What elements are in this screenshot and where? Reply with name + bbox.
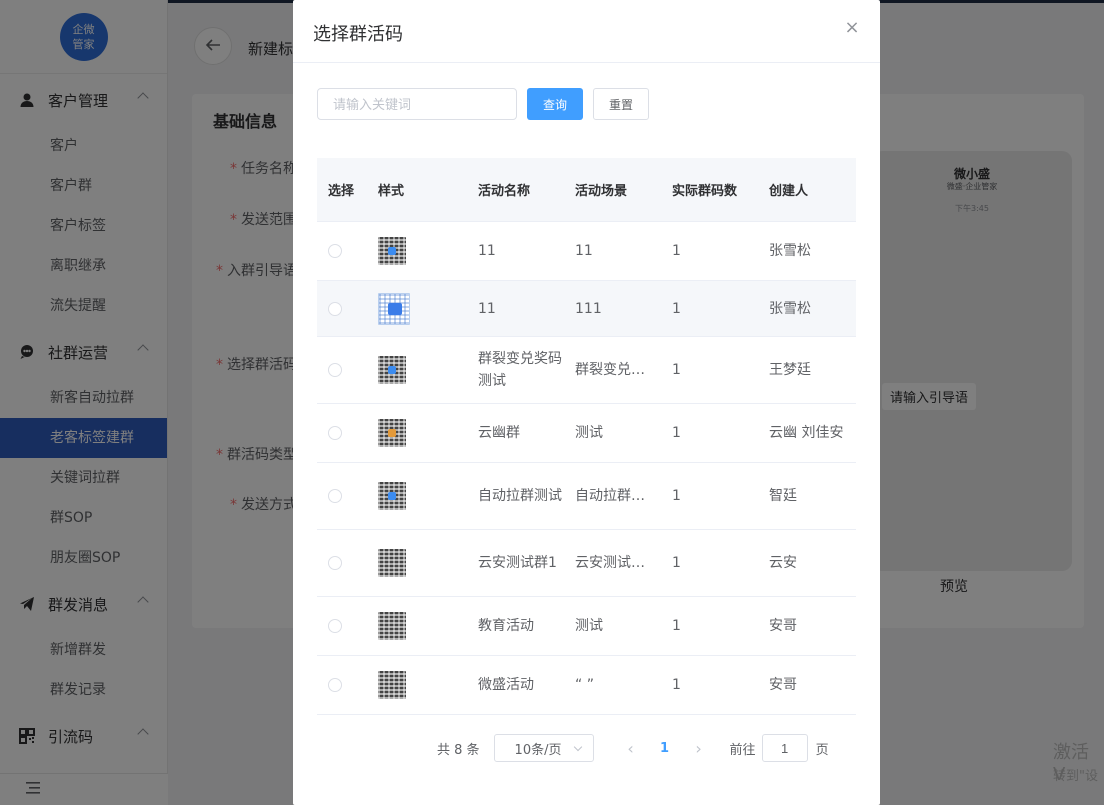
row-radio[interactable] [328, 619, 342, 633]
goto-page-input[interactable] [761, 734, 808, 762]
row-select-cell [317, 619, 367, 633]
column-header-style: 样式 [378, 184, 405, 199]
reset-button[interactable]: 重置 [593, 88, 649, 120]
row-activity-name: 教育活动 [478, 618, 534, 634]
column-header-activity-name: 活动名称 [478, 184, 531, 199]
row-activity-scene: 群裂变兑奖码测试 [575, 362, 661, 378]
qrcode-thumbnail [378, 419, 406, 447]
row-radio[interactable] [328, 556, 342, 570]
row-style-cell [367, 356, 467, 384]
table-row[interactable]: 自动拉群测试 自动拉群测试 1 智廷 [317, 463, 856, 530]
table-row[interactable]: 微盛活动 “ ” 1 安哥 [317, 656, 856, 715]
qrcode-thumbnail [378, 356, 406, 384]
row-activity-name: 云安测试群1 [478, 555, 557, 571]
row-select-cell [317, 556, 367, 570]
table-row[interactable]: 11 11 1 张雪松 [317, 222, 856, 281]
qrcode-thumbnail [378, 549, 406, 577]
row-creator: 安哥 [769, 618, 797, 634]
row-select-cell [317, 489, 367, 503]
row-activity-name: 11 [478, 243, 496, 259]
row-activity-name: 云幽群 [478, 425, 520, 441]
row-qrcode-count: 1 [672, 488, 681, 504]
row-radio[interactable] [328, 244, 342, 258]
row-activity-name: 群裂变兑奖码测试 [478, 351, 562, 389]
row-activity-scene: 测试 [575, 425, 603, 441]
row-activity-name: 微盛活动 [478, 677, 534, 693]
table-row[interactable]: 群裂变兑奖码测试 群裂变兑奖码测试 1 王梦廷 [317, 337, 856, 404]
table-row[interactable]: 云安测试群1 云安测试群1 1 云安 [317, 530, 856, 597]
table-row[interactable]: 11 111 1 张雪松 [317, 281, 856, 337]
row-qrcode-count: 1 [672, 425, 681, 441]
row-qrcode-count: 1 [672, 555, 681, 571]
column-header-select: 选择 [328, 184, 355, 199]
column-header-activity-scene: 活动场景 [575, 184, 628, 199]
row-style-cell [367, 612, 467, 640]
row-qrcode-count: 1 [672, 362, 681, 378]
row-activity-scene: 111 [575, 300, 602, 317]
qrcode-table: 选择 样式 活动名称 活动场景 实际群码数 创建人 11 11 1 张雪松 11… [317, 158, 856, 715]
goto-label: 前往 [729, 742, 756, 758]
row-creator: 云幽 刘佳安 [769, 425, 844, 441]
row-radio[interactable] [328, 363, 342, 377]
qrcode-thumbnail [378, 612, 406, 640]
row-radio[interactable] [328, 426, 342, 440]
keyword-search-input[interactable] [317, 88, 517, 120]
row-creator: 张雪松 [769, 243, 811, 259]
qrcode-thumbnail [378, 671, 406, 699]
row-activity-scene: 云安测试群1 [575, 555, 654, 571]
pagination: 共 8 条 10条/页 ‹ 1 › 前往 页 [437, 734, 829, 762]
chevron-down-icon [573, 742, 582, 752]
table-header: 选择 样式 活动名称 活动场景 实际群码数 创建人 [317, 158, 856, 222]
table-row[interactable]: 云幽群 测试 1 云幽 刘佳安 [317, 404, 856, 463]
row-activity-name: 自动拉群测试 [478, 488, 562, 504]
page-number-current[interactable]: 1 [656, 741, 674, 756]
row-qrcode-count: 1 [672, 300, 681, 317]
row-style-cell [367, 419, 467, 447]
row-radio[interactable] [328, 489, 342, 503]
column-header-creator: 创建人 [769, 184, 809, 199]
row-style-cell [367, 671, 467, 699]
row-style-cell [367, 292, 467, 325]
row-creator: 云安 [769, 555, 797, 571]
page-size-select[interactable]: 10条/页 [493, 734, 594, 762]
row-style-cell [367, 482, 467, 510]
dialog-title: 选择群活码 [313, 24, 403, 45]
pagination-total: 共 8 条 [437, 742, 480, 758]
row-creator: 张雪松 [769, 300, 811, 317]
table-row[interactable]: 教育活动 测试 1 安哥 [317, 597, 856, 656]
next-page-button[interactable]: › [684, 739, 714, 758]
row-select-cell [317, 244, 367, 258]
prev-page-button[interactable]: ‹ [616, 739, 646, 758]
row-activity-scene: 测试 [575, 618, 603, 634]
row-creator: 智廷 [769, 488, 797, 504]
row-style-cell [367, 237, 467, 265]
row-style-cell [367, 549, 467, 577]
row-qrcode-count: 1 [672, 618, 681, 634]
row-select-cell [317, 678, 367, 692]
qrcode-thumbnail [378, 237, 406, 265]
row-qrcode-count: 1 [672, 677, 681, 693]
query-button[interactable]: 查询 [527, 88, 583, 120]
qrcode-thumbnail [378, 482, 406, 510]
goto-unit: 页 [815, 742, 829, 758]
qrcode-thumbnail [378, 292, 410, 325]
row-activity-scene: “ ” [575, 677, 594, 693]
page-size-value: 10条/页 [514, 742, 562, 758]
row-radio[interactable] [328, 301, 342, 316]
row-activity-scene: 自动拉群测试 [575, 488, 659, 504]
row-qrcode-count: 1 [672, 243, 681, 259]
row-radio[interactable] [328, 678, 342, 692]
row-activity-scene: 11 [575, 243, 593, 259]
row-activity-name: 11 [478, 300, 496, 317]
dialog-header: 选择群活码 × [293, 0, 880, 63]
row-creator: 王梦廷 [769, 362, 811, 378]
column-header-qrcode-count: 实际群码数 [672, 184, 738, 199]
row-select-cell [317, 363, 367, 377]
row-creator: 安哥 [769, 677, 797, 693]
select-qrcode-dialog: 选择群活码 × 查询 重置 选择 样式 活动名称 活动场景 实际群码数 创建人 … [293, 0, 880, 805]
row-select-cell [317, 301, 367, 316]
row-select-cell [317, 426, 367, 440]
close-icon[interactable]: × [844, 19, 860, 37]
